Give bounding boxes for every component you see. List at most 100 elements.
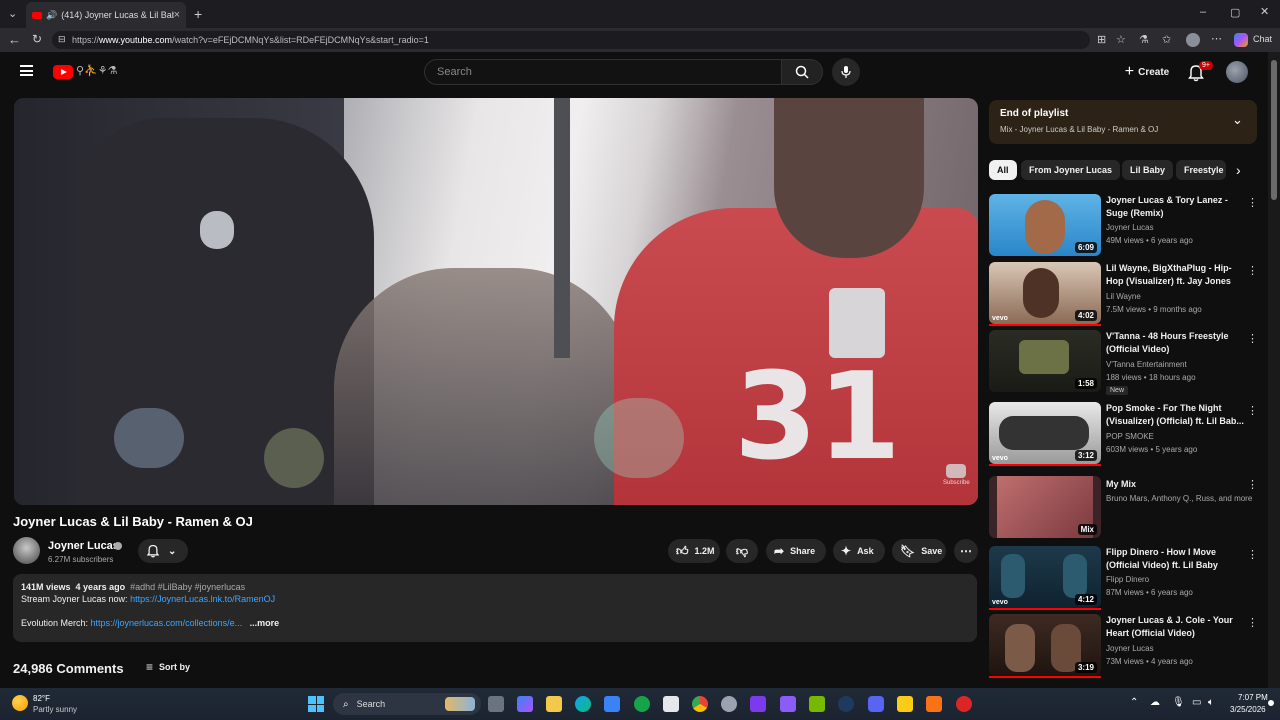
channel-name[interactable]: Flipp Dinero	[1106, 575, 1149, 584]
menu-icon[interactable]	[20, 65, 33, 76]
close-tab-icon[interactable]: ×	[174, 9, 180, 21]
video-thumbnail[interactable]: vevo 3:12	[989, 402, 1101, 464]
video-thumbnail[interactable]: 6:09	[989, 194, 1101, 256]
chevron-down-icon[interactable]: ⌄	[1232, 112, 1243, 128]
store-icon[interactable]	[604, 696, 620, 712]
chip-from-joyner-lucas[interactable]: From Joyner Lucas	[1021, 160, 1121, 180]
chip-all[interactable]: All	[989, 160, 1017, 180]
video-title[interactable]: V'Tanna - 48 Hours Freestyle (Official V…	[1106, 330, 1244, 356]
channel-name[interactable]: Lil Wayne	[1106, 292, 1141, 301]
tab-list-icon[interactable]: ⌄	[8, 7, 17, 20]
video-title[interactable]: My Mix	[1106, 478, 1244, 491]
search-input[interactable]: Search	[424, 59, 782, 85]
copilot-app-icon[interactable]	[517, 696, 533, 712]
video-thumbnail[interactable]: vevo 4:12	[989, 546, 1101, 608]
clock-time[interactable]: 7:07 PM	[1238, 693, 1268, 702]
more-vertical-icon[interactable]: ⋮	[1247, 616, 1258, 629]
save-button[interactable]: 🔖︎ Save	[892, 539, 946, 563]
sort-button[interactable]: ≡ Sort by	[146, 660, 190, 674]
more-actions-button[interactable]: ⋯	[954, 539, 978, 563]
hashtags[interactable]: #adhd #LilBaby #joynerlucas	[130, 582, 245, 592]
video-thumbnail[interactable]: 3:19	[989, 614, 1101, 676]
minimize-icon[interactable]: –	[1200, 6, 1206, 18]
search-button[interactable]	[781, 59, 823, 85]
video-title[interactable]: Joyner Lucas & Tory Lanez - Suge (Remix)	[1106, 194, 1244, 220]
back-icon[interactable]: ←	[8, 32, 21, 47]
ask-button[interactable]: ✦ Ask	[833, 539, 885, 563]
channel-name[interactable]: V'Tanna Entertainment	[1106, 360, 1187, 369]
network-icon[interactable]: ▭	[1192, 697, 1201, 708]
more-menu-icon[interactable]: ⋯	[1211, 32, 1222, 45]
list-item[interactable]: 1:58 V'Tanna - 48 Hours Freestyle (Offic…	[989, 330, 1259, 395]
url-field[interactable]: ⊟ https://www.youtube.com/watch?v=eFEjDC…	[52, 31, 1090, 49]
account-avatar[interactable]	[1226, 61, 1248, 83]
more-vertical-icon[interactable]: ⋮	[1247, 196, 1258, 209]
new-tab-icon[interactable]: +	[194, 6, 202, 22]
roblox-icon[interactable]	[897, 696, 913, 712]
channel-name[interactable]: POP SMOKE	[1106, 432, 1154, 441]
onedrive-icon[interactable]: ☁	[1150, 697, 1160, 708]
subscribe-bell-button[interactable]: ⌄	[138, 539, 188, 563]
vlc-icon[interactable]	[926, 696, 942, 712]
list-item[interactable]: vevo 4:12 Flipp Dinero - How I Move (Off…	[989, 546, 1259, 610]
more-vertical-icon[interactable]: ⋮	[1247, 548, 1258, 561]
share-button[interactable]: ➦ Share	[766, 539, 826, 563]
video-thumbnail[interactable]: Mix	[989, 476, 1101, 538]
maximize-icon[interactable]: ▢	[1230, 6, 1240, 19]
weather-icon[interactable]	[12, 695, 28, 711]
list-item[interactable]: 3:19 Joyner Lucas & J. Cole - Your Heart…	[989, 614, 1259, 678]
browser-tab[interactable]: 🔊 (414) Joyner Lucas & Lil Baby - Ramen …	[26, 2, 186, 28]
scrollbar-thumb[interactable]	[1271, 60, 1277, 200]
channel-name[interactable]: Joyner Lucas	[48, 540, 119, 552]
file-explorer-icon[interactable]	[546, 696, 562, 712]
description-box[interactable]: 141M views 4 years ago #adhd #LilBaby #j…	[13, 574, 977, 642]
notepad-icon[interactable]	[663, 696, 679, 712]
youtube-logo-icon[interactable]	[53, 65, 73, 79]
window-close-icon[interactable]: ✕	[1260, 5, 1269, 18]
notifications-button[interactable]: 9+	[1188, 61, 1213, 84]
create-button[interactable]: + Create	[1118, 60, 1176, 84]
video-player[interactable]: 31 Subscribe	[14, 98, 978, 505]
video-thumbnail[interactable]: vevo 4:02	[989, 262, 1101, 324]
windows-start-icon[interactable]	[308, 696, 324, 712]
doodle-icon[interactable]: ⚲⛹⚘⚗	[76, 64, 117, 77]
more-vertical-icon[interactable]: ⋮	[1247, 404, 1258, 417]
dislike-button[interactable]: 👎︎	[726, 539, 758, 563]
stream-link[interactable]: https://JoynerLucas.lnk.to/RamenOJ	[130, 594, 275, 604]
volume-icon[interactable]: 🔈︎	[1208, 697, 1214, 708]
channel-watermark-icon[interactable]	[946, 464, 966, 478]
clock-date[interactable]: 3/25/2026	[1230, 705, 1266, 714]
chevron-right-icon[interactable]: ›	[1236, 162, 1241, 178]
game-launcher-icon[interactable]	[956, 696, 972, 712]
list-item[interactable]: vevo 3:12 Pop Smoke - For The Night (Vis…	[989, 402, 1259, 466]
show-more-button[interactable]: ...more	[250, 618, 280, 628]
nvidia-icon[interactable]	[809, 696, 825, 712]
split-screen-icon[interactable]: ⊞	[1097, 33, 1106, 46]
video-title[interactable]: Flipp Dinero - How I Move (Official Vide…	[1106, 546, 1244, 572]
video-title[interactable]: Pop Smoke - For The Night (Visualizer) (…	[1106, 402, 1244, 428]
chip-freestyle[interactable]: Freestyle	[1176, 160, 1226, 180]
merch-link[interactable]: https://joynerlucas.com/collections/e...	[91, 618, 243, 628]
discord-icon[interactable]	[868, 696, 884, 712]
site-info-icon[interactable]: ⊟	[58, 34, 66, 45]
list-item[interactable]: 6:09 Joyner Lucas & Tory Lanez - Suge (R…	[989, 194, 1259, 258]
channel-name[interactable]: Joyner Lucas	[1106, 223, 1154, 232]
steam-icon[interactable]	[838, 696, 854, 712]
task-view-icon[interactable]	[488, 696, 504, 712]
voice-search-button[interactable]	[832, 58, 860, 86]
channel-name[interactable]: Bruno Mars, Anthony Q., Russ, and more	[1106, 494, 1252, 503]
chip-lil-baby[interactable]: Lil Baby	[1122, 160, 1174, 180]
list-item[interactable]: vevo 4:02 Lil Wayne, BigXthaPlug - Hip-H…	[989, 262, 1259, 326]
more-vertical-icon[interactable]: ⋮	[1247, 332, 1258, 345]
favorite-star-icon[interactable]: ☆	[1116, 33, 1126, 46]
media-app-icon[interactable]	[780, 696, 796, 712]
steam-helper-icon[interactable]	[721, 696, 737, 712]
camera-app-icon[interactable]	[750, 696, 766, 712]
video-title[interactable]: Lil Wayne, BigXthaPlug - Hip-Hop (Visual…	[1106, 262, 1244, 288]
channel-avatar[interactable]	[13, 537, 40, 564]
video-thumbnail[interactable]: 1:58	[989, 330, 1101, 392]
playlist-panel[interactable]: End of playlist Mix - Joyner Lucas & Lil…	[989, 100, 1257, 144]
tray-chevron-icon[interactable]: ⌃	[1130, 697, 1138, 708]
more-vertical-icon[interactable]: ⋮	[1247, 478, 1258, 491]
video-title[interactable]: Joyner Lucas & J. Cole - Your Heart (Off…	[1106, 614, 1244, 640]
